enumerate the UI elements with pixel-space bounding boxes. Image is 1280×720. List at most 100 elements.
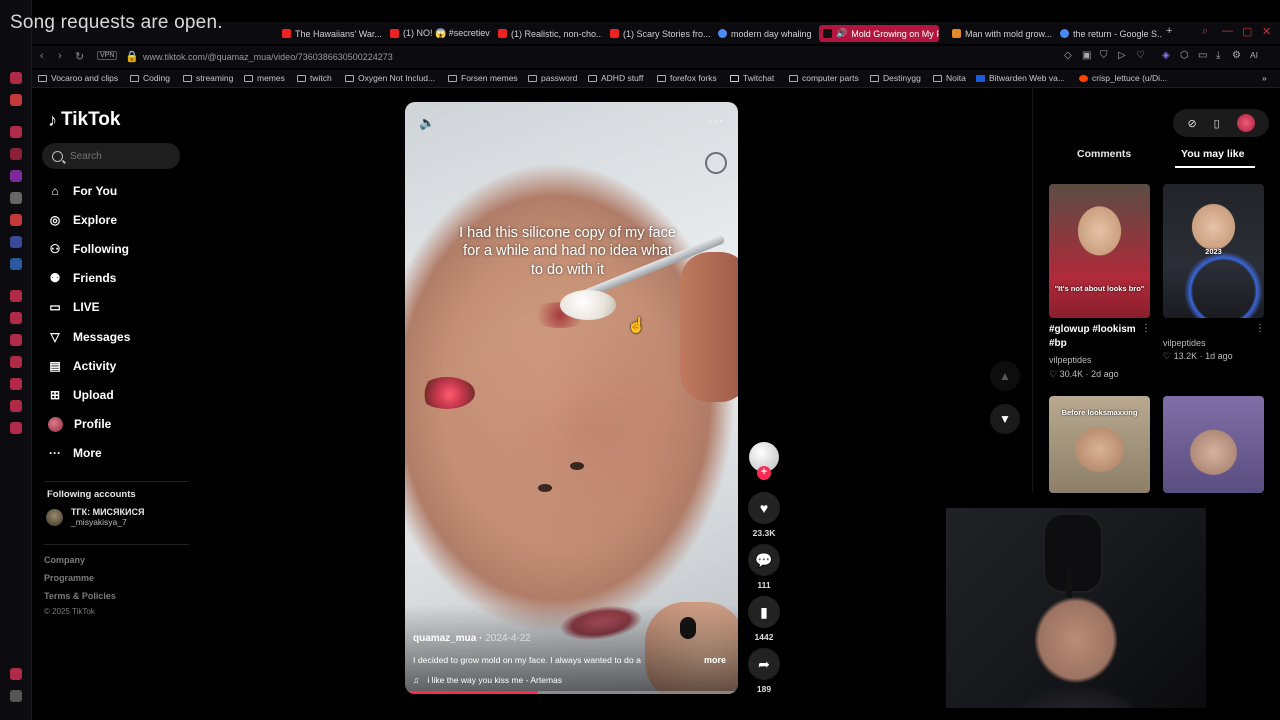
puzzle-icon[interactable]: ⬡: [1180, 50, 1189, 61]
browser-tab[interactable]: (1) Realistic, non-cho...: [494, 25, 602, 42]
avatar[interactable]: [1236, 114, 1255, 132]
browser-tab[interactable]: Man with mold grow...: [948, 25, 1052, 42]
bookmark-folder[interactable]: password: [528, 73, 577, 83]
footer-link-programme[interactable]: Programme: [44, 573, 94, 583]
extension-icon[interactable]: ◈: [1162, 50, 1170, 61]
browser-tab[interactable]: The Hawaiians' War...: [278, 25, 382, 42]
new-tab-button[interactable]: +: [1166, 25, 1172, 37]
bookmark-folder[interactable]: ADHD stuff: [588, 73, 643, 83]
nav-more[interactable]: ··· More: [48, 441, 102, 465]
sidebar-app-icon[interactable]: [10, 312, 22, 324]
nav-explore[interactable]: ◎ Explore: [48, 208, 117, 232]
search-input[interactable]: [70, 150, 160, 162]
sidebar-app-icon[interactable]: [10, 290, 22, 302]
search-tabs-icon[interactable]: ⌕: [1202, 25, 1208, 38]
previous-video-button[interactable]: ▲: [990, 361, 1020, 391]
recommended-video-author[interactable]: vilpeptides: [1049, 355, 1092, 365]
play-icon[interactable]: ▷: [1118, 50, 1126, 61]
next-video-button[interactable]: ▼: [990, 404, 1020, 434]
sidebar-app-icon[interactable]: [10, 192, 22, 204]
sidebar-app-icon[interactable]: [10, 72, 22, 84]
bookmark-folder[interactable]: forefox forks: [657, 73, 717, 83]
sidebar-more-icon[interactable]: [10, 690, 22, 702]
follow-plus-icon[interactable]: +: [757, 466, 771, 480]
tiktok-logo[interactable]: ♪ TikTok: [48, 109, 120, 131]
following-account-item[interactable]: ТГК: МИСЯКИСЯ _misyakisya_7: [46, 507, 144, 527]
share-button[interactable]: ➦: [748, 648, 780, 680]
recommended-video-thumbnail[interactable]: Before looksmaxxing: [1049, 396, 1150, 493]
recommended-video-thumbnail[interactable]: [1163, 396, 1264, 493]
bookmark-toggle-icon[interactable]: ◇: [1064, 50, 1072, 61]
comment-button[interactable]: 💬: [748, 544, 780, 576]
compass-icon[interactable]: ⊘: [1187, 117, 1196, 130]
browser-tab[interactable]: (1) Scary Stories fro...: [606, 25, 712, 42]
tab-comments[interactable]: Comments: [1077, 148, 1131, 160]
more-button[interactable]: more: [704, 655, 726, 665]
sidebar-app-icon[interactable]: [10, 236, 22, 248]
ai-button[interactable]: AI: [1250, 50, 1258, 60]
bookmark-link[interactable]: Bitwarden Web va...: [976, 73, 1065, 83]
vpn-badge[interactable]: VPN: [97, 51, 118, 60]
video-progress-bar[interactable]: [405, 691, 738, 694]
bookmark-folder[interactable]: Oxygen Not Includ...: [345, 73, 435, 83]
nav-live[interactable]: ▭ LIVE: [48, 295, 99, 319]
bookmark-folder[interactable]: Noita: [933, 73, 966, 83]
sidebar-app-icon[interactable]: [10, 422, 22, 434]
phone-icon[interactable]: ▯: [1214, 117, 1220, 130]
maximize-icon[interactable]: ▢: [1242, 25, 1252, 38]
nav-messages[interactable]: ▽ Messages: [48, 325, 130, 349]
like-button[interactable]: ♥: [748, 492, 780, 524]
settings-icon[interactable]: ⚙: [1232, 50, 1241, 61]
bookmark-link[interactable]: crisp_lettuce (u/Di...: [1079, 73, 1167, 83]
bookmarks-overflow-icon[interactable]: »: [1262, 73, 1267, 83]
footer-link-company[interactable]: Company: [44, 555, 85, 565]
url-field[interactable]: www.tiktok.com/@quamaz_mua/video/7360386…: [143, 52, 393, 62]
close-window-icon[interactable]: ✕: [1262, 25, 1271, 38]
sidebar-app-icon[interactable]: [10, 258, 22, 270]
footer-link-terms[interactable]: Terms & Policies: [44, 591, 116, 601]
forward-icon[interactable]: ›: [58, 50, 62, 62]
bookmark-folder[interactable]: streaming: [183, 73, 233, 83]
sidebar-app-icon[interactable]: [10, 668, 22, 680]
video-music[interactable]: ♫ i like the way you kiss me - Artemas: [413, 675, 562, 685]
bookmark-folder[interactable]: memes: [244, 73, 285, 83]
nav-profile[interactable]: Profile: [48, 412, 111, 436]
browser-tab[interactable]: the return - Google S...: [1056, 25, 1162, 42]
tab-you-may-like[interactable]: You may like: [1181, 148, 1244, 160]
nav-for-you[interactable]: ⌂ For You: [48, 179, 117, 203]
bookmark-folder[interactable]: Vocaroo and clips: [38, 73, 118, 83]
sidebar-app-icon[interactable]: [10, 126, 22, 138]
wallet-icon[interactable]: ▭: [1198, 50, 1207, 61]
recommended-video-author[interactable]: vilpeptides: [1163, 338, 1206, 348]
bookmark-folder[interactable]: twitch: [297, 73, 332, 83]
sidebar-app-icon[interactable]: [10, 94, 22, 106]
bookmark-folder[interactable]: Forsen memes: [448, 73, 518, 83]
bookmark-folder[interactable]: Coding: [130, 73, 170, 83]
video-player[interactable]: I had this silicone copy of my face for …: [405, 102, 738, 694]
sidebar-app-icon[interactable]: [10, 400, 22, 412]
nav-activity[interactable]: ▤ Activity: [48, 354, 116, 378]
more-options-icon[interactable]: ⋮: [1255, 323, 1265, 334]
download-icon[interactable]: ⤓: [1216, 50, 1220, 61]
snapshot-icon[interactable]: ▣: [1082, 50, 1091, 61]
bookmark-folder[interactable]: Destinygg: [870, 73, 921, 83]
sidebar-app-icon[interactable]: [10, 148, 22, 160]
video-author[interactable]: quamaz_mua · 2024-4-22: [413, 633, 531, 644]
more-options-icon[interactable]: ···: [708, 113, 724, 128]
reload-icon[interactable]: ↻: [75, 50, 84, 63]
browser-tab[interactable]: modern day whaling: [714, 25, 816, 42]
nav-friends[interactable]: ⚉ Friends: [48, 266, 117, 290]
heart-icon[interactable]: ♡: [1136, 50, 1145, 61]
sidebar-app-icon[interactable]: [10, 334, 22, 346]
recommended-video-thumbnail[interactable]: 2023: [1163, 184, 1264, 318]
browser-tab[interactable]: (1) NO! 😱 #secretiev...: [386, 25, 490, 42]
shield-icon[interactable]: ⛉: [1100, 50, 1108, 61]
nav-upload[interactable]: ⊞ Upload: [48, 383, 114, 407]
volume-icon[interactable]: 🔈: [419, 115, 435, 131]
more-options-icon[interactable]: ⋮: [1141, 323, 1151, 334]
save-button[interactable]: ▮: [748, 596, 780, 628]
bookmark-folder[interactable]: computer parts: [789, 73, 859, 83]
bookmark-link[interactable]: Twitchat: [730, 73, 774, 83]
nav-following[interactable]: ⚇ Following: [48, 237, 129, 261]
sidebar-app-icon[interactable]: [10, 356, 22, 368]
